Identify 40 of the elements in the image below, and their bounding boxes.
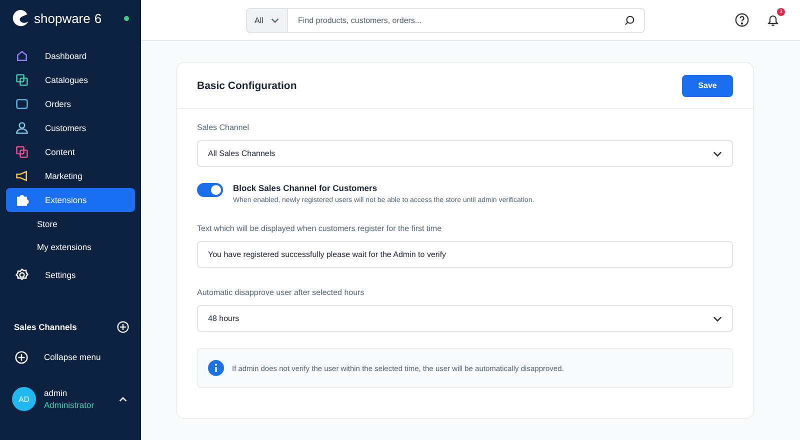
scope-dropdown[interactable]: All <box>246 8 288 32</box>
nav-subitem[interactable]: Store <box>6 212 135 235</box>
chevron-up-icon[interactable] <box>119 396 127 402</box>
text-field[interactable]: You have registered successfully please wait for the Admin to verify <box>197 241 733 268</box>
bell-icon[interactable] <box>766 13 780 27</box>
logo-text: shopware <box>34 10 90 26</box>
chevron-down-icon <box>713 150 722 156</box>
nav-subitem[interactable]: My extensions <box>6 235 135 258</box>
chevron-down-icon <box>271 18 280 22</box>
toggle-label: Block Sales Channel for Customers <box>233 183 378 193</box>
user-role: Administrator <box>44 400 96 410</box>
nav-item[interactable]: Extensions <box>6 188 135 212</box>
search-icon[interactable] <box>624 14 635 26</box>
nav-item[interactable]: Catalogues <box>6 68 135 92</box>
add-icon[interactable] <box>117 321 129 333</box>
nav-item[interactable]: Customers <box>6 116 135 140</box>
save-button[interactable]: Save <box>682 74 733 96</box>
add-icon <box>15 350 28 364</box>
nav-item[interactable]: Marketing <box>6 164 135 188</box>
help-icon[interactable] <box>735 13 749 27</box>
nav-item[interactable]: Orders <box>6 92 135 116</box>
nav-item[interactable]: Settings <box>6 263 135 287</box>
field-label: Text which will be displayed when customers register for the first time <box>197 224 443 233</box>
field-label: Sales Channel <box>197 123 250 132</box>
nav-item[interactable]: Content <box>6 140 135 164</box>
hours-select[interactable]: 48 hours <box>197 305 733 332</box>
nav-item[interactable]: Dashboard <box>6 44 135 68</box>
chevron-down-icon <box>713 316 722 322</box>
info-icon <box>208 360 224 376</box>
card-title: Basic Configuration <box>197 80 297 92</box>
field-label: Automatic disapprove user after selected hours <box>197 288 366 297</box>
collapse-menu-button[interactable]: Collapse menu <box>6 345 135 369</box>
avatar: AD <box>12 387 36 411</box>
user-name: admin <box>44 388 68 398</box>
toggle-switch[interactable] <box>197 183 223 197</box>
sales-channel-select[interactable]: All Sales Channels <box>197 140 733 167</box>
section-title: Sales Channels <box>14 322 77 332</box>
logo-version: 6 <box>94 10 102 26</box>
search-field[interactable]: Find products, customers, orders... <box>288 8 645 32</box>
logo-icon <box>12 9 30 27</box>
